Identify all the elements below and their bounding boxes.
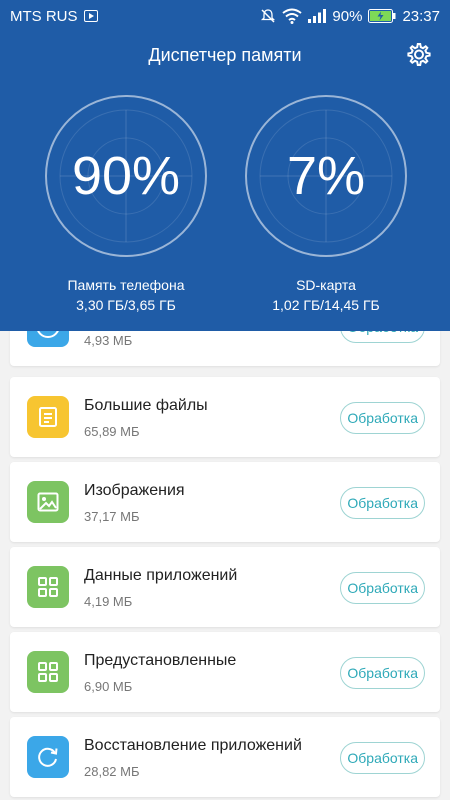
process-button[interactable]: Обработка	[340, 657, 425, 689]
sd-card-gauge: 7%	[244, 94, 408, 258]
phone-memory-value: 3,30 ГБ/3,65 ГБ	[76, 297, 176, 313]
item-size: 4,19 МБ	[84, 594, 133, 609]
phone-memory-percent: 90%	[71, 146, 181, 206]
item-size: 28,82 МБ	[84, 764, 140, 779]
restore-icon	[27, 736, 69, 778]
clock: 23:37	[402, 7, 440, 25]
list-item[interactable]: Предустановленные 6,90 МБ Обработка	[10, 632, 440, 712]
sd-card-percent: 7%	[286, 146, 366, 206]
image-icon	[27, 481, 69, 523]
status-bar: MTS RUS 90% 23:37	[0, 0, 450, 32]
wifi-icon	[282, 8, 303, 24]
list-item[interactable]: Изображения 37,17 МБ Обработка	[10, 462, 440, 542]
item-size: 37,17 МБ	[84, 509, 140, 524]
item-size: 65,89 МБ	[84, 424, 140, 439]
document-icon	[27, 396, 69, 438]
battery-charging-icon	[368, 9, 396, 23]
item-size: 6,90 МБ	[84, 679, 133, 694]
mute-icon	[260, 8, 276, 24]
list-item[interactable]: Восстановление приложений 28,82 МБ Обраб…	[10, 717, 440, 797]
phone-memory-label: Память телефона	[67, 277, 185, 293]
grid-icon	[27, 651, 69, 693]
item-name: Предустановленные	[84, 652, 237, 669]
item-size: 4,93 МБ	[84, 333, 133, 348]
signal-icon	[308, 9, 327, 23]
process-button[interactable]: Обработка	[340, 742, 425, 774]
gear-icon[interactable]	[404, 41, 432, 69]
storage-gauges: 90% 7% Память телефона 3,30 ГБ/3,65 ГБ S…	[0, 78, 450, 328]
phone-memory-caption: Память телефона 3,30 ГБ/3,65 ГБ	[16, 275, 236, 315]
item-name: Данные приложений	[84, 567, 238, 584]
header: MTS RUS 90% 23:37 Диспетчер памяти 90% 7…	[0, 0, 450, 331]
item-name: Восстановление приложений	[84, 737, 302, 754]
battery-percent: 90%	[332, 7, 363, 25]
carrier-label: MTS RUS	[10, 7, 78, 25]
phone-memory-gauge: 90%	[44, 94, 208, 258]
item-name: Изображения	[84, 482, 185, 499]
process-button[interactable]: Обработка	[340, 402, 425, 434]
sd-card-label: SD-карта	[296, 277, 356, 293]
page-title: Диспетчер памяти	[148, 44, 302, 65]
sd-card-value: 1,02 ГБ/14,45 ГБ	[272, 297, 380, 313]
title-bar: Диспетчер памяти	[0, 32, 450, 78]
media-notification-icon	[83, 10, 98, 22]
process-button[interactable]: Обработка	[340, 487, 425, 519]
process-button[interactable]: Обработка	[340, 572, 425, 604]
item-name: Большие файлы	[84, 397, 208, 414]
sd-card-caption: SD-карта 1,02 ГБ/14,45 ГБ	[216, 275, 436, 315]
list-item[interactable]: Большие файлы 65,89 МБ Обработка	[10, 377, 440, 457]
list-item[interactable]: Данные приложений 4,19 МБ Обработка	[10, 547, 440, 627]
grid-icon	[27, 566, 69, 608]
